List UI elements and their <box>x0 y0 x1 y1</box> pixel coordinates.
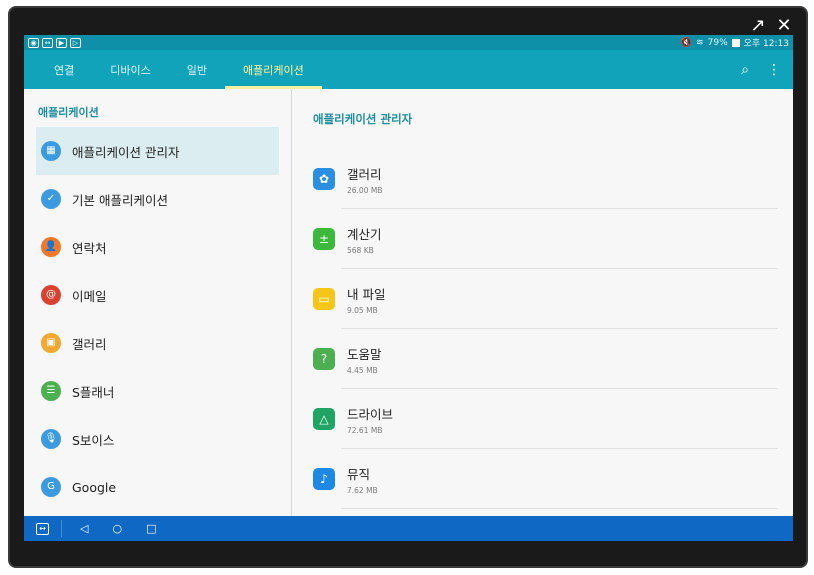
voice-icon: 🎙 <box>41 429 61 449</box>
battery-icon <box>731 38 740 47</box>
help-icon: ? <box>313 348 335 370</box>
app-row-calculator[interactable]: ± 계산기 568 KB <box>293 209 793 269</box>
wifi-icon: ≋ <box>696 37 704 48</box>
app-size: 9.05 MB <box>347 305 378 315</box>
nav-item-google[interactable]: G Google <box>24 463 291 511</box>
nav-item-gallery[interactable]: ▣ 갤러리 <box>24 319 291 367</box>
email-icon: @ <box>41 285 61 305</box>
recents-icon[interactable]: □ <box>146 522 156 535</box>
nav-item-label: S플래너 <box>72 384 115 400</box>
nav-item-svoice[interactable]: 🎙 S보이스 <box>24 415 291 463</box>
teamviewer-icon[interactable]: ↔ <box>36 522 49 535</box>
nav-item-label: 갤러리 <box>72 336 107 352</box>
nav-item-application-manager[interactable]: ▦ 애플리케이션 관리자 <box>36 127 279 175</box>
nav-item-label: S보이스 <box>72 432 115 448</box>
contacts-icon: 👤 <box>41 237 61 257</box>
right-panel-title: 애플리케이션 관리자 <box>313 112 413 126</box>
app-row-music[interactable]: ♪ 뮤직 7.62 MB <box>293 449 793 509</box>
app-row-my-files[interactable]: ▭ 내 파일 9.05 MB <box>293 269 793 329</box>
divider <box>61 520 62 537</box>
nav-item-splanner[interactable]: ☰ S플래너 <box>24 367 291 415</box>
tablet-screen: ◉ ↔ ▶ ▷ 🔇 ≋ 79% 오후 12:13 연결 디바이스 일반 애플리케… <box>24 35 793 541</box>
clock: 오후 12:13 <box>743 39 789 49</box>
battery-level: 79% <box>707 37 728 48</box>
nav-item-label: 이메일 <box>72 288 107 304</box>
app-row-gallery[interactable]: ✿ 갤러리 26.00 MB <box>293 149 793 209</box>
app-row-drive[interactable]: △ 드라이브 72.61 MB <box>293 389 793 449</box>
tab-device[interactable]: 디바이스 <box>92 50 168 89</box>
apps-grid-icon: ▦ <box>41 141 61 161</box>
tab-connections[interactable]: 연결 <box>36 50 92 89</box>
close-icon[interactable]: ✕ <box>774 16 794 36</box>
left-panel: 애플리케이션 ▦ 애플리케이션 관리자 ✓ 기본 애플리케이션 👤 연락처 @ … <box>24 89 292 516</box>
app-name: 드라이브 <box>347 406 394 422</box>
settings-tab-bar: 연결 디바이스 일반 애플리케이션 ⌕ ⋮ <box>24 50 793 89</box>
gallery-icon: ▣ <box>41 333 61 353</box>
nav-item-label: 기본 애플리케이션 <box>72 192 168 208</box>
app-size: 7.62 MB <box>347 485 378 495</box>
tab-general[interactable]: 일반 <box>169 50 225 89</box>
more-options-icon[interactable]: ⋮ <box>767 62 781 78</box>
nav-item-default-apps[interactable]: ✓ 기본 애플리케이션 <box>24 175 291 223</box>
app-name: 도움말 <box>347 346 382 362</box>
app-size: 4.45 MB <box>347 365 378 375</box>
back-icon[interactable]: ◁ <box>80 522 88 535</box>
search-icon[interactable]: ⌕ <box>741 62 749 78</box>
home-icon[interactable]: ○ <box>112 522 122 535</box>
right-panel: 애플리케이션 관리자 ✿ 갤러리 26.00 MB ± 계산기 568 KB ▭… <box>293 89 793 516</box>
app-row-help[interactable]: ? 도움말 4.45 MB <box>293 329 793 389</box>
navigation-bar: ↔ ◁ ○ □ <box>24 516 793 541</box>
external-link-icon[interactable]: ↗ <box>748 16 768 36</box>
calculator-icon: ± <box>313 228 335 250</box>
left-panel-title: 애플리케이션 <box>38 106 99 119</box>
app-name: 계산기 <box>347 226 382 242</box>
nav-item-label: 연락처 <box>72 240 107 256</box>
nav-item-contacts[interactable]: 👤 연락처 <box>24 223 291 271</box>
tab-applications[interactable]: 애플리케이션 <box>224 50 322 89</box>
planner-icon: ☰ <box>41 381 61 401</box>
eye-icon: ◉ <box>28 37 39 48</box>
app-name: 갤러리 <box>347 166 382 182</box>
app-size: 26.00 MB <box>347 185 383 195</box>
app-size: 72.61 MB <box>347 425 383 435</box>
music-icon: ♪ <box>313 468 335 490</box>
nav-item-label: Google <box>72 479 117 495</box>
play-store-icon: ▷ <box>70 37 81 48</box>
default-apps-icon: ✓ <box>41 189 61 209</box>
nav-item-label: 애플리케이션 관리자 <box>72 144 180 160</box>
mute-icon: 🔇 <box>680 37 693 48</box>
app-name: 내 파일 <box>347 286 386 302</box>
app-name: 뮤직 <box>347 466 371 482</box>
teamviewer-icon: ↔ <box>42 37 53 48</box>
drive-icon: △ <box>313 408 335 430</box>
status-bar: ◉ ↔ ▶ ▷ 🔇 ≋ 79% 오후 12:13 <box>24 35 793 50</box>
app-size: 568 KB <box>347 245 374 255</box>
youtube-icon: ▶ <box>56 37 67 48</box>
gallery-app-icon: ✿ <box>313 168 335 190</box>
google-icon: G <box>41 477 61 497</box>
my-files-icon: ▭ <box>313 288 335 310</box>
nav-item-email[interactable]: @ 이메일 <box>24 271 291 319</box>
